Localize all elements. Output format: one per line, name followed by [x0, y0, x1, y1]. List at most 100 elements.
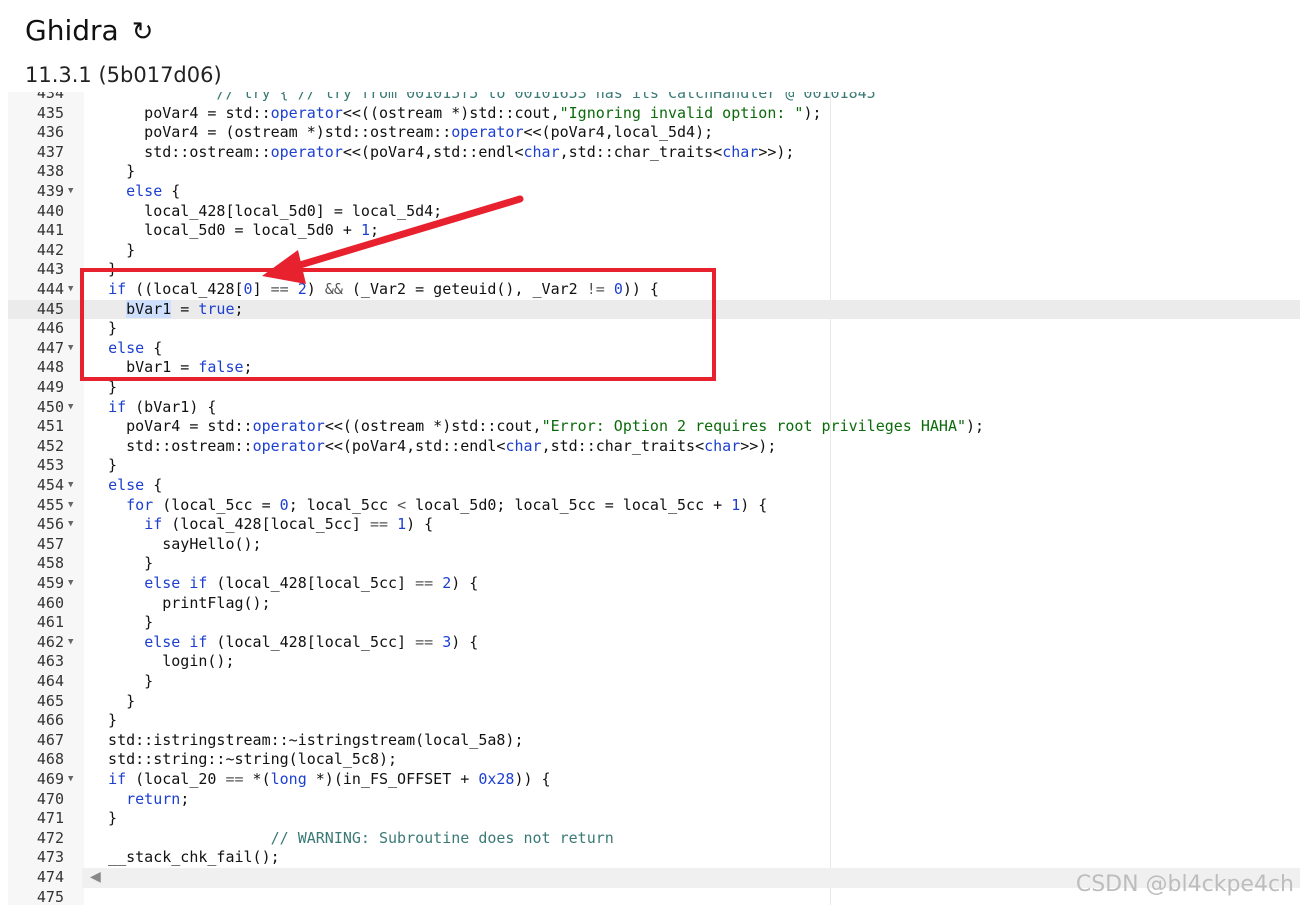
code-text: else if (local_428[local_5cc] == 3) { — [144, 632, 479, 651]
code-line[interactable]: 451 poVar4 = std::operator<<((ostream *)… — [8, 417, 1300, 437]
line-number: 444 — [36, 280, 64, 298]
code-line[interactable]: 463 login(); — [8, 652, 1300, 672]
line-number: 459 — [36, 574, 64, 592]
watermark: CSDN @bl4ckpe4ch — [1075, 872, 1294, 897]
line-number: 434 — [36, 92, 64, 102]
line-number: 450 — [36, 397, 64, 416]
code-line[interactable]: 452 std::ostream::operator<<(poVar4,std:… — [8, 437, 1300, 457]
code-line[interactable]: 436 poVar4 = (ostream *)std::ostream::op… — [8, 123, 1300, 143]
code-text: std::ostream::operator<<(poVar4,std::end… — [90, 436, 777, 455]
version-label: 11.3.1 (5b017d06) — [25, 63, 222, 87]
fold-toggle-icon[interactable]: ▼ — [68, 496, 73, 516]
code-line[interactable]: 465 } — [8, 692, 1300, 712]
line-number: 456 — [36, 515, 64, 534]
code-text: poVar4 = std::operator<<((ostream *)std:… — [90, 417, 985, 436]
code-line[interactable]: 453 } — [8, 456, 1300, 476]
code-line[interactable]: 456 ▼ if (local_428[local_5cc] == 1) { — [8, 515, 1300, 535]
line-number: 454 — [36, 476, 64, 494]
code-line[interactable]: 439 ▼ else { — [8, 182, 1300, 202]
code-line[interactable]: 455 ▼ for (local_5cc = 0; local_5cc < loc… — [8, 496, 1300, 516]
line-number: 458 — [36, 554, 64, 573]
code-line[interactable]: 458 } — [8, 554, 1300, 574]
code-line[interactable]: 457 sayHello(); — [8, 535, 1300, 555]
line-number: 437 — [36, 142, 64, 161]
line-number: 467 — [36, 730, 64, 749]
code-text: // WARNING: Subroutine does not return — [90, 828, 614, 847]
code-text: for (local_5cc = 0; local_5cc < local_5d… — [126, 495, 768, 514]
code-line[interactable]: 469 ▼ if (local_20 == *(long *)(in_FS_OFF… — [8, 770, 1300, 790]
line-number: 462 — [36, 632, 64, 651]
line-number: 453 — [36, 456, 64, 475]
line-number: 442 — [36, 240, 64, 259]
line-number: 441 — [36, 221, 64, 240]
code-text: std::istringstream::~istringstream(local… — [90, 730, 524, 749]
fold-toggle-icon[interactable]: ▼ — [68, 515, 73, 535]
code-line[interactable]: 437 std::ostream::operator<<(poVar4,std:… — [8, 143, 1300, 163]
code-line[interactable]: 460 printFlag(); — [8, 594, 1300, 614]
code-text: } — [90, 456, 118, 475]
fold-toggle-icon[interactable]: ▼ — [68, 339, 73, 359]
code-text: } — [90, 711, 118, 730]
code-editor[interactable]: 434 // try { // try from 001015f5 to 001… — [8, 92, 1300, 905]
code-text: else { — [108, 476, 163, 494]
fold-toggle-icon[interactable]: ▼ — [68, 280, 73, 300]
code-text: } — [90, 809, 118, 828]
fold-toggle-icon[interactable]: ▼ — [68, 398, 73, 418]
code-line[interactable]: 441 local_5d0 = local_5d0 + 1; — [8, 221, 1300, 241]
code-text: local_5d0 = local_5d0 + 1; — [90, 221, 379, 240]
fold-toggle-icon[interactable]: ▼ — [68, 182, 73, 202]
line-number: 470 — [36, 789, 64, 808]
code-line[interactable]: 440 local_428[local_5d0] = local_5d4; — [8, 202, 1300, 222]
code-text: local_428[local_5d0] = local_5d4; — [90, 201, 443, 220]
code-text: // try { // try from 001015f5 to 0010165… — [90, 92, 876, 102]
code-line[interactable]: 459 ▼ else if (local_428[local_5cc] == 2)… — [8, 574, 1300, 594]
code-text: sayHello(); — [90, 534, 262, 553]
line-number: 448 — [36, 358, 64, 377]
code-text: if (local_428[local_5cc] == 1) { — [144, 515, 434, 534]
code-line[interactable]: 462 ▼ else if (local_428[local_5cc] == 3)… — [8, 633, 1300, 653]
code-line[interactable]: 442 } — [8, 241, 1300, 261]
line-number: 443 — [36, 260, 64, 279]
line-number: 447 — [36, 338, 64, 357]
fold-toggle-icon[interactable]: ▼ — [68, 476, 73, 496]
code-line[interactable]: 468 std::string::~string(local_5c8); — [8, 750, 1300, 770]
code-line[interactable]: 454 ▼ else { — [8, 476, 1300, 496]
code-text: std::ostream::operator<<(poVar4,std::end… — [90, 142, 795, 161]
scroll-left-icon[interactable]: ◀ — [90, 869, 101, 885]
code-line[interactable]: 472 // WARNING: Subroutine does not retu… — [8, 829, 1300, 849]
fold-toggle-icon[interactable]: ▼ — [68, 633, 73, 653]
code-text: } — [90, 554, 154, 573]
line-number: 449 — [36, 378, 64, 396]
fold-toggle-icon[interactable]: ▼ — [68, 574, 73, 594]
line-number: 469 — [36, 770, 64, 788]
code-line[interactable]: 438 } — [8, 162, 1300, 182]
line-number: 463 — [36, 652, 64, 671]
code-text: else { — [126, 182, 181, 200]
line-number: 473 — [36, 848, 64, 867]
line-number: 474 — [36, 868, 64, 886]
fold-toggle-icon[interactable]: ▼ — [68, 770, 73, 790]
code-line[interactable]: 435 poVar4 = std::operator<<((ostream *)… — [8, 104, 1300, 124]
refresh-icon[interactable]: ↻ — [132, 17, 154, 47]
code-line[interactable]: 471 } — [8, 809, 1300, 829]
line-number: 446 — [36, 319, 64, 338]
code-text: if (bVar1) { — [108, 397, 217, 416]
code-text: if (local_20 == *(long *)(in_FS_OFFSET +… — [108, 770, 551, 788]
line-number: 451 — [36, 417, 64, 436]
code-line[interactable]: 464 } — [8, 672, 1300, 692]
code-line[interactable]: 473 __stack_chk_fail(); — [8, 848, 1300, 868]
line-number: 455 — [36, 495, 64, 514]
code-line[interactable]: 467 std::istringstream::~istringstream(l… — [8, 731, 1300, 751]
line-number: 435 — [36, 103, 64, 122]
line-number: 466 — [36, 711, 64, 730]
app-title-text: Ghidra — [25, 14, 119, 47]
code-line[interactable]: 461 } — [8, 613, 1300, 633]
code-text: return; — [126, 789, 190, 808]
code-text: printFlag(); — [90, 593, 271, 612]
code-line[interactable]: 450 ▼ if (bVar1) { — [8, 398, 1300, 418]
code-text: } — [90, 240, 136, 259]
code-line[interactable]: 434 // try { // try from 001015f5 to 001… — [8, 92, 1300, 104]
line-number: 472 — [36, 828, 64, 847]
code-line[interactable]: 466 } — [8, 711, 1300, 731]
code-line[interactable]: 470 return; — [8, 790, 1300, 810]
